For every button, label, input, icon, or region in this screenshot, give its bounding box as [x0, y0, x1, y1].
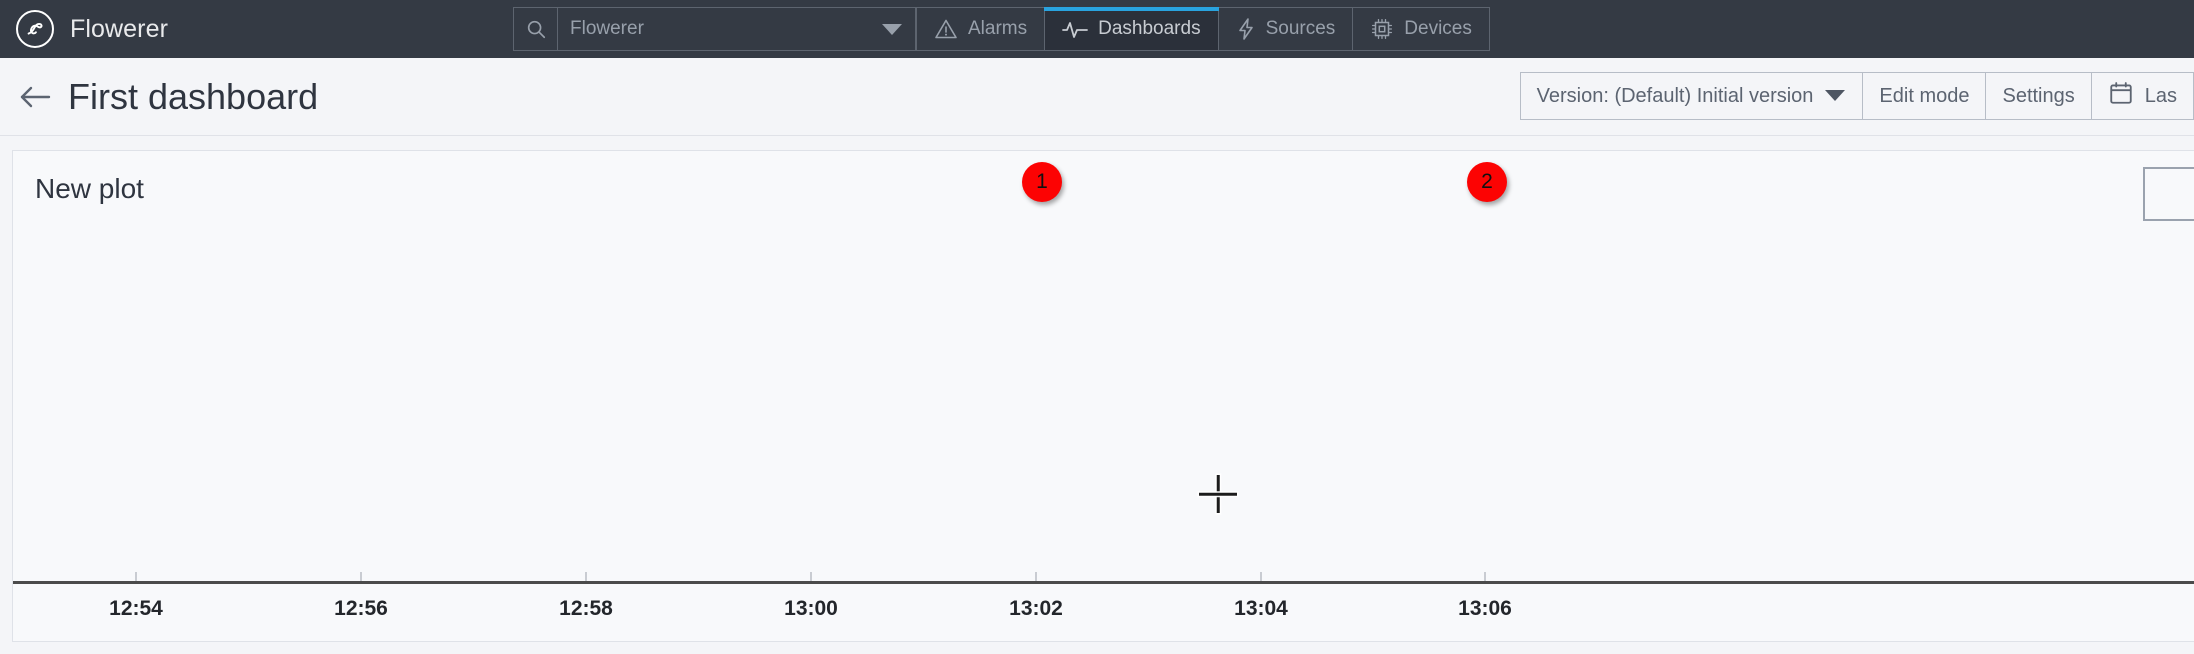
crosshair-cursor: [1199, 475, 1237, 513]
time-range-button[interactable]: Las: [2091, 72, 2194, 120]
x-axis-tick: [585, 572, 587, 581]
tab-sources[interactable]: Sources: [1218, 7, 1354, 51]
x-axis-tick: [360, 572, 362, 581]
nav-cluster: Alarms Dashboards Sources: [513, 7, 1490, 51]
tab-label: Sources: [1265, 18, 1336, 39]
tab-dashboards[interactable]: Dashboards: [1044, 7, 1220, 51]
plot-title: New plot: [35, 173, 144, 204]
x-axis-tick-label: 13:00: [784, 597, 838, 620]
panel-menu-button[interactable]: [2143, 167, 2194, 221]
cpu-chip-icon: [1370, 17, 1394, 41]
page-title: First dashboard: [68, 75, 319, 117]
annotation-badge-1: 1: [1022, 162, 1062, 202]
x-axis-tick-label: 13:06: [1458, 597, 1512, 620]
brand: Flowerer: [0, 0, 168, 58]
search-icon[interactable]: [514, 8, 558, 50]
warning-triangle-icon: [934, 17, 958, 41]
version-selector[interactable]: Version: (Default) Initial version: [1519, 72, 1864, 120]
x-axis-tick: [1260, 572, 1262, 581]
back-arrow-icon[interactable]: [18, 84, 52, 110]
x-axis-tick-label: 13:04: [1234, 597, 1288, 620]
tab-label: Dashboards: [1098, 17, 1201, 39]
lightning-bolt-icon: [1236, 17, 1256, 41]
settings-label: Settings: [2002, 84, 2075, 107]
x-axis-tick: [1484, 572, 1486, 581]
plot-chart-area[interactable]: 12:54 12:56 12:58 13:00 13:02 13:04 13:06: [13, 221, 2194, 641]
tab-label: Alarms: [968, 18, 1028, 39]
tab-alarms[interactable]: Alarms: [916, 7, 1046, 51]
chevron-down-icon[interactable]: [869, 8, 915, 50]
search-box[interactable]: [513, 7, 916, 51]
x-axis-tick-label: 13:02: [1009, 597, 1063, 620]
top-navigation-bar: Flowerer Flowerer Alarms Dashboards Sour…: [0, 0, 2194, 58]
settings-button[interactable]: Settings: [1986, 72, 2092, 120]
brand-name: Flowerer: [70, 14, 169, 43]
x-axis-tick-label: 12:58: [559, 597, 613, 620]
edit-mode-button[interactable]: Edit mode: [1863, 72, 1987, 120]
x-axis-tick: [1035, 572, 1037, 581]
x-axis-tick-label: 12:54: [109, 597, 163, 620]
time-range-label: Las: [2144, 84, 2177, 107]
tab-label: Devices: [1404, 18, 1472, 39]
nav-tabs: Alarms Dashboards Sources Devices: [916, 7, 1490, 51]
tab-devices[interactable]: Devices: [1353, 7, 1490, 51]
activity-pulse-icon: [1062, 18, 1089, 40]
dashboard-toolbar: Version: (Default) Initial version Edit …: [1519, 72, 2194, 120]
calendar-icon: [2108, 80, 2134, 112]
x-axis-tick: [135, 572, 137, 581]
x-axis-line: [13, 581, 2194, 584]
plot-panel: New plot 12:54 12:56 12:58 13:00 13:02 13:04 1…: [12, 150, 2194, 642]
edit-mode-label: Edit mode: [1879, 84, 1970, 107]
x-axis-tick-label: 12:56: [334, 597, 388, 620]
search-input[interactable]: [558, 8, 869, 50]
flowerer-circle-logo-icon: [16, 10, 54, 48]
x-axis-tick: [810, 572, 812, 581]
version-selector-label: Version: (Default) Initial version: [1536, 84, 1814, 107]
annotation-badge-2: 2: [1467, 162, 1507, 202]
chevron-down-icon: [1824, 85, 1846, 108]
dashboard-title-bar: First dashboard Version: (Default) Initi…: [0, 58, 2194, 202]
